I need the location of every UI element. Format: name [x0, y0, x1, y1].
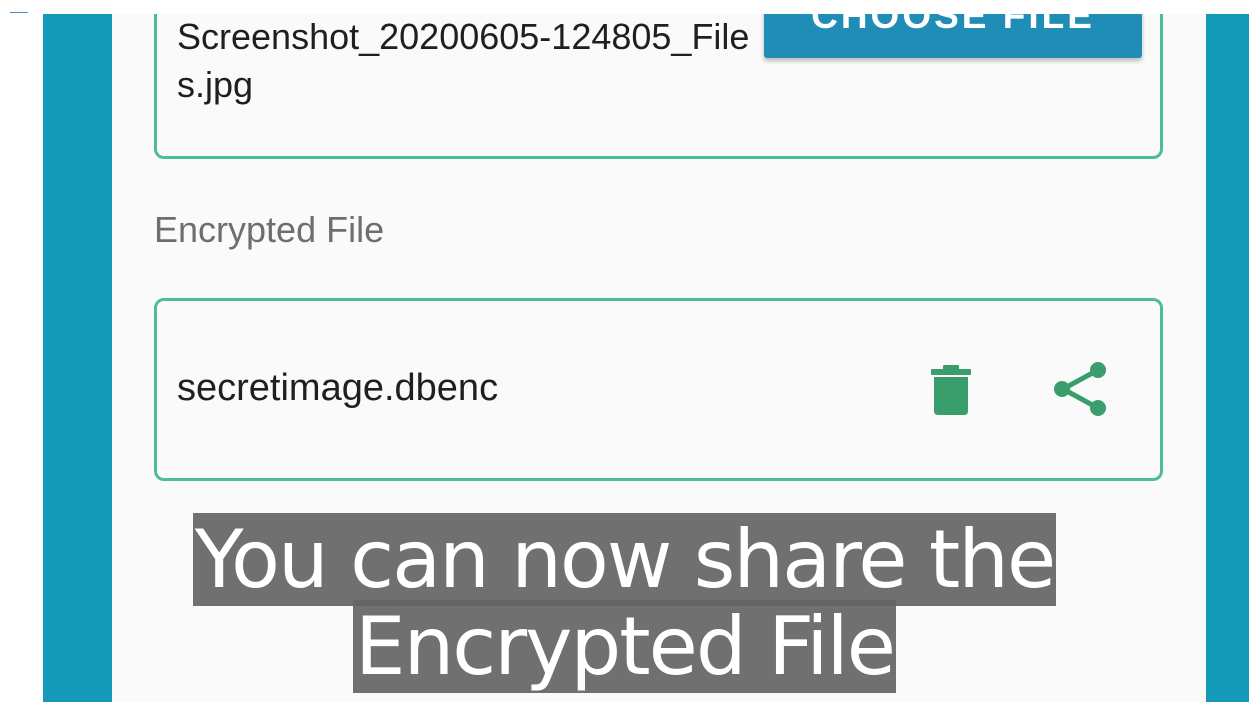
- caption-line-1: You can now share the: [0, 513, 1249, 606]
- caption-line-2: Encrypted File: [0, 600, 1249, 693]
- share-icon: [1054, 362, 1106, 416]
- delete-button[interactable]: [929, 363, 973, 417]
- caption-text-2: Encrypted File: [353, 600, 896, 693]
- encrypted-file-label: Encrypted File: [154, 209, 385, 250]
- caption-text-1: You can now share the: [192, 513, 1056, 606]
- window-corner-mark: [10, 12, 28, 13]
- trash-icon: [931, 365, 971, 415]
- share-button[interactable]: [1050, 359, 1110, 419]
- encrypted-file-card: secretimage.dbenc: [154, 298, 1163, 481]
- choose-file-button[interactable]: CHOOSE FILE: [764, 14, 1142, 58]
- encrypted-filename: secretimage.dbenc: [177, 367, 499, 409]
- source-filename: Screenshot_20200605-124805_Files.jpg: [177, 16, 750, 105]
- source-file-card: Screenshot_20200605-124805_Files.jpg CHO…: [154, 14, 1163, 159]
